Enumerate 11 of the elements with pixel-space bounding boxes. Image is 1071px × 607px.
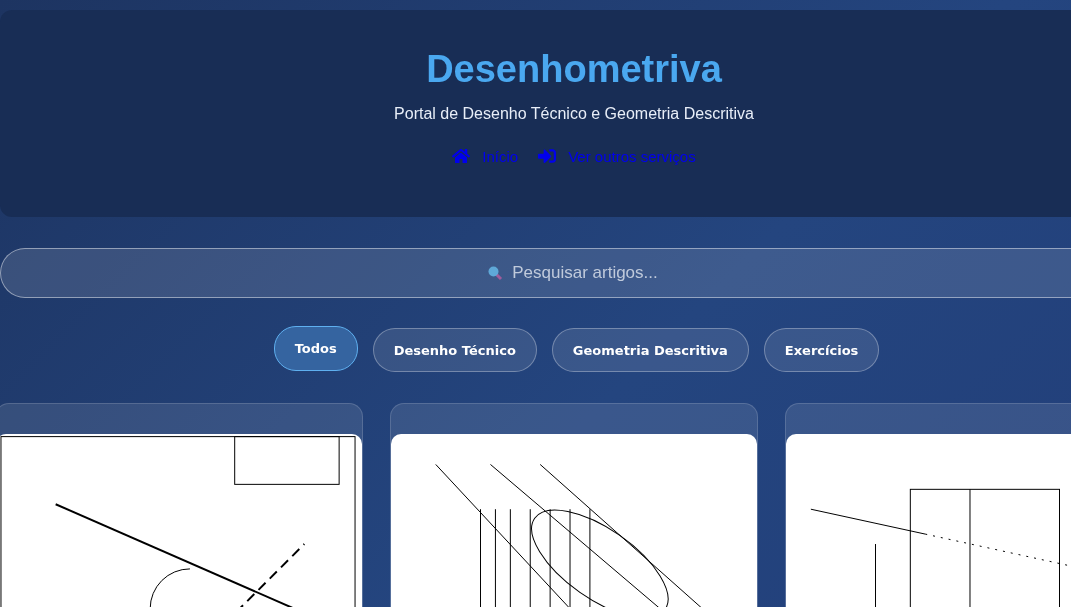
- article-card[interactable]: [390, 403, 758, 607]
- search-icon: [487, 265, 503, 281]
- sign-in-icon: [538, 147, 557, 165]
- filter-tab[interactable]: Exercícios: [763, 328, 880, 372]
- article-card[interactable]: [0, 403, 363, 607]
- filter-tab[interactable]: Desenho Técnico: [372, 328, 537, 372]
- filter-tab[interactable]: Geometria Descritiva: [551, 328, 749, 372]
- site-title: Desenhometriva: [426, 48, 722, 91]
- filter-tab[interactable]: Todos: [273, 326, 358, 371]
- site-subtitle: Portal de Desenho Técnico e Geometria Descritiva: [394, 105, 754, 123]
- home-icon: [452, 147, 471, 165]
